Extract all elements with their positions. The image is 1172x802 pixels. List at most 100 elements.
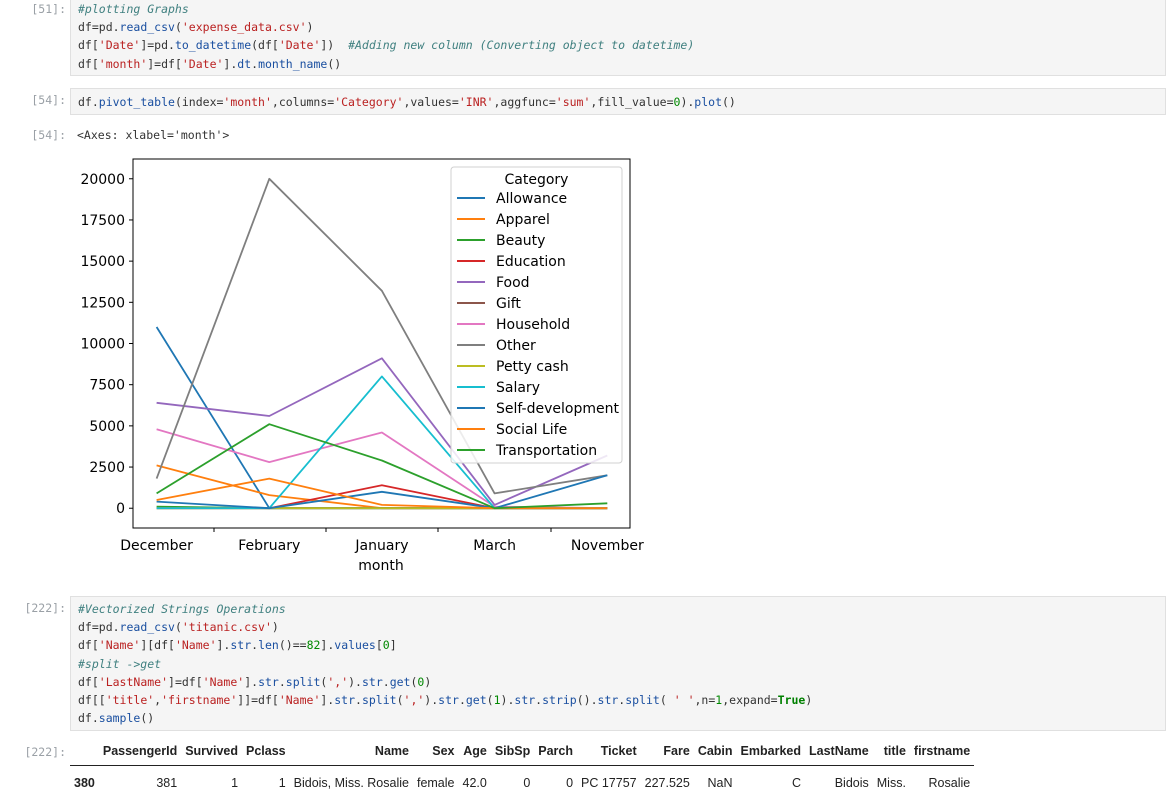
code-editor[interactable]: #Vectorized Strings Operations df=pd.read…	[70, 596, 1166, 731]
code-token: )	[805, 692, 813, 707]
code-token: ].	[244, 674, 259, 689]
code-token: #split ->get	[78, 656, 162, 671]
code-line: df[['title','firstname']]=df['Name'].str…	[78, 691, 1165, 709]
x-axis-label: month	[358, 558, 403, 574]
code-token: ().	[576, 692, 598, 707]
code-token: str	[334, 692, 356, 707]
code-token: #Vectorized Strings Operations	[78, 602, 286, 616]
code-token: ].	[216, 638, 231, 653]
code-token: df[	[78, 674, 99, 689]
y-tick-label: 20000	[80, 172, 125, 188]
table-cell: Bidois	[834, 775, 869, 790]
code-token: 'titanic.csv'	[181, 620, 272, 635]
y-tick-label: 2500	[89, 460, 125, 476]
table-cell: 0	[566, 775, 574, 790]
code-token: ','	[327, 674, 349, 689]
code-token: split	[285, 674, 321, 689]
column-header: Survived	[185, 744, 239, 758]
input-prompt: [222]:	[24, 601, 66, 615]
code-token: [	[375, 638, 383, 653]
code-token: df=pd.	[78, 620, 120, 635]
code-token: True	[777, 692, 806, 707]
legend-label: Self-development	[496, 401, 619, 417]
table-header-row: PassengerId Survived Pclass Name Sex Age SibSp…	[70, 737, 975, 766]
code-token: plot	[694, 95, 722, 109]
code-token: 'LastName'	[98, 674, 169, 689]
table-cell: NaN	[707, 775, 733, 790]
column-header: Sex	[432, 744, 455, 758]
legend-label: Other	[496, 338, 536, 354]
code-token: get	[465, 692, 487, 707]
code-line: df=pd.read_csv('titanic.csv')	[78, 618, 1165, 636]
table-cell: Rosalie	[928, 775, 971, 790]
code-token: sample	[98, 711, 141, 726]
table-cell: Miss.	[876, 775, 906, 790]
column-header: SibSp	[494, 744, 531, 758]
code-token: (	[486, 692, 494, 707]
code-token: 'Name'	[202, 674, 245, 689]
column-header: LastName	[809, 744, 869, 758]
code-token: 'title'	[105, 692, 155, 707]
code-token: str	[361, 674, 383, 689]
code-token: df[	[78, 638, 99, 653]
code-token: )	[271, 620, 279, 635]
code-token: ','	[403, 692, 425, 707]
code-token: (	[396, 692, 404, 707]
table-row: 380 381 1 1 Bidois, Miss. Rosalie female 42.0 0…	[70, 766, 974, 800]
code-token: ]=df[	[168, 674, 203, 689]
code-token: ()	[140, 711, 155, 726]
code-token: str	[514, 692, 536, 707]
series-line-self-development	[156, 474, 608, 510]
code-token: ).	[680, 95, 695, 109]
legend-label: Apparel	[496, 212, 550, 228]
code-token: 'Name'	[174, 638, 217, 653]
column-header: Ticket	[600, 744, 637, 758]
code-line: #Vectorized Strings Operations	[78, 600, 1165, 618]
y-tick-label: 12500	[80, 295, 125, 311]
column-header: Fare	[663, 744, 690, 758]
code-token: ()	[722, 95, 736, 109]
code-token: .	[382, 674, 390, 689]
x-tick-label: December	[120, 538, 193, 554]
code-token: ]	[389, 638, 397, 653]
column-header: Cabin	[697, 744, 733, 758]
table-cell: 1	[278, 775, 286, 790]
legend-label: Household	[496, 317, 570, 333]
code-line: df['LastName']=df['Name'].str.split(',')…	[78, 673, 1165, 691]
column-header	[70, 737, 99, 766]
code-token: strip	[542, 692, 577, 707]
code-token: 'Name'	[278, 692, 321, 707]
code-token: ()==	[278, 638, 307, 653]
x-tick-label: February	[238, 538, 300, 554]
code-token: 82	[306, 638, 321, 653]
code-token: ' '	[673, 692, 695, 707]
y-tick-label: 17500	[80, 213, 125, 229]
column-header: title	[883, 744, 906, 758]
x-tick-label: March	[473, 538, 516, 554]
y-tick-label: 5000	[89, 419, 125, 435]
table-cell: C	[791, 775, 801, 790]
code-token: split	[361, 692, 397, 707]
code-line: #split ->get	[78, 655, 1165, 673]
code-token: .	[355, 692, 362, 707]
code-token: (	[174, 620, 182, 635]
y-tick-label: 0	[116, 501, 125, 517]
code-line: df.sample()	[78, 709, 1165, 727]
code-token: ].	[320, 638, 335, 653]
y-tick-label: 7500	[89, 378, 125, 394]
table-cell: 381	[156, 775, 178, 790]
legend-label: Gift	[496, 296, 521, 312]
code-token: .	[458, 692, 466, 707]
table-cell: 227.525	[644, 775, 690, 790]
column-header: PassengerId	[102, 744, 178, 758]
row-index: 380	[74, 775, 95, 790]
code-token: ).	[348, 674, 362, 689]
output-prompt: [222]:	[24, 745, 66, 759]
code-token: ).	[500, 692, 515, 707]
code-token: get	[389, 674, 411, 689]
line-chart: 0 2500 5000 7500 10000 12500 15000 17500 20000 De…	[80, 158, 644, 574]
code-token: str	[258, 674, 279, 689]
code-token: 0	[382, 638, 390, 653]
legend-label: Beauty	[496, 233, 545, 249]
table-cell: 1	[231, 775, 239, 790]
